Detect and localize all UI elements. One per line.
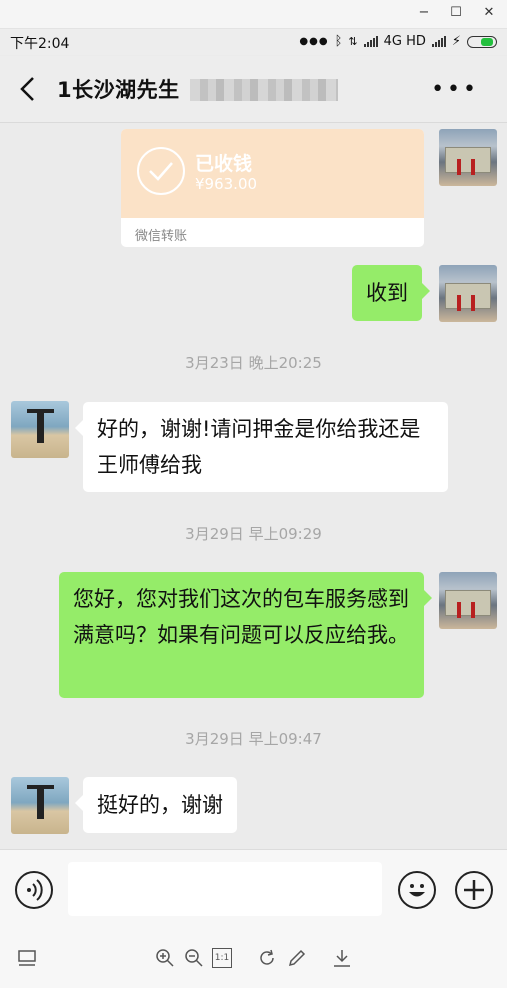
more-options-icon[interactable]: •••: [431, 79, 479, 101]
transfer-status: 已收钱: [195, 153, 253, 175]
message-bubble-received[interactable]: 挺好的，谢谢: [75, 777, 237, 833]
minimize-icon[interactable]: −: [413, 4, 435, 22]
transfer-card-top: 已收钱 ¥963.00: [121, 129, 424, 218]
avatar-self[interactable]: [439, 265, 497, 322]
actual-size-button[interactable]: 1:1: [212, 948, 232, 968]
status-bar: 下午2:04 ●●● ᛒ ⇅ 4G HD ⚡: [0, 29, 507, 55]
status-time: 下午2:04: [10, 36, 70, 52]
transfer-amount: ¥963.00: [195, 175, 258, 193]
avatar-self[interactable]: [439, 572, 497, 629]
message-bubble-received[interactable]: 好的，谢谢!请问押金是你给我还是王师傅给我: [75, 402, 448, 492]
voice-input-icon[interactable]: [15, 871, 53, 909]
chat-title: 1长沙湖先生: [57, 78, 180, 102]
download-icon[interactable]: [331, 947, 353, 969]
viewer-title-bar: − ☐ ✕: [0, 0, 507, 29]
thumbnail-icon[interactable]: [16, 947, 38, 969]
check-circle-icon: [137, 147, 185, 195]
zoom-out-icon[interactable]: [183, 947, 205, 969]
timestamp: 3月29日 早上09:29: [185, 525, 322, 543]
message-bubble-sent[interactable]: 收到: [352, 265, 430, 321]
transfer-label: 微信转账: [135, 229, 188, 244]
status-icons: ●●● ᛒ ⇅ 4G HD ⚡: [299, 34, 497, 49]
input-bar: [0, 849, 507, 930]
transfer-card[interactable]: 已收钱 ¥963.00 微信转账: [121, 129, 424, 247]
bluetooth-icon: ᛒ: [334, 34, 343, 49]
avatar-self[interactable]: [439, 129, 497, 186]
redacted-name: [190, 79, 338, 101]
battery-icon: [467, 35, 497, 48]
message-bubble-sent[interactable]: 您好，您对我们这次的包车服务感到满意吗？如果有问题可以反应给我。: [59, 572, 432, 698]
emoji-icon[interactable]: [398, 871, 436, 909]
timestamp: 3月29日 早上09:47: [185, 730, 322, 748]
network-label: 4G HD: [383, 34, 426, 49]
edit-pencil-icon[interactable]: [286, 947, 308, 969]
image-viewer-toolbar: 1:1: [0, 930, 507, 988]
data-transfer-icon: ⇅: [348, 35, 358, 48]
chat-header: 1长沙湖先生 •••: [0, 56, 507, 123]
signal-icon: [363, 36, 378, 47]
charging-icon: ⚡: [451, 34, 461, 49]
maximize-icon[interactable]: ☐: [445, 4, 467, 22]
avatar-contact[interactable]: [11, 777, 69, 834]
close-icon[interactable]: ✕: [478, 4, 500, 22]
avatar-contact[interactable]: [11, 401, 69, 458]
add-plus-icon[interactable]: [455, 871, 493, 909]
signal-icon-2: [431, 36, 446, 47]
notification-dots-icon: ●●●: [299, 36, 329, 47]
message-input[interactable]: [68, 862, 382, 916]
timestamp: 3月23日 晚上20:25: [185, 354, 322, 372]
zoom-in-icon[interactable]: [154, 947, 176, 969]
rotate-icon[interactable]: [256, 947, 278, 969]
back-arrow-icon[interactable]: [18, 76, 40, 102]
